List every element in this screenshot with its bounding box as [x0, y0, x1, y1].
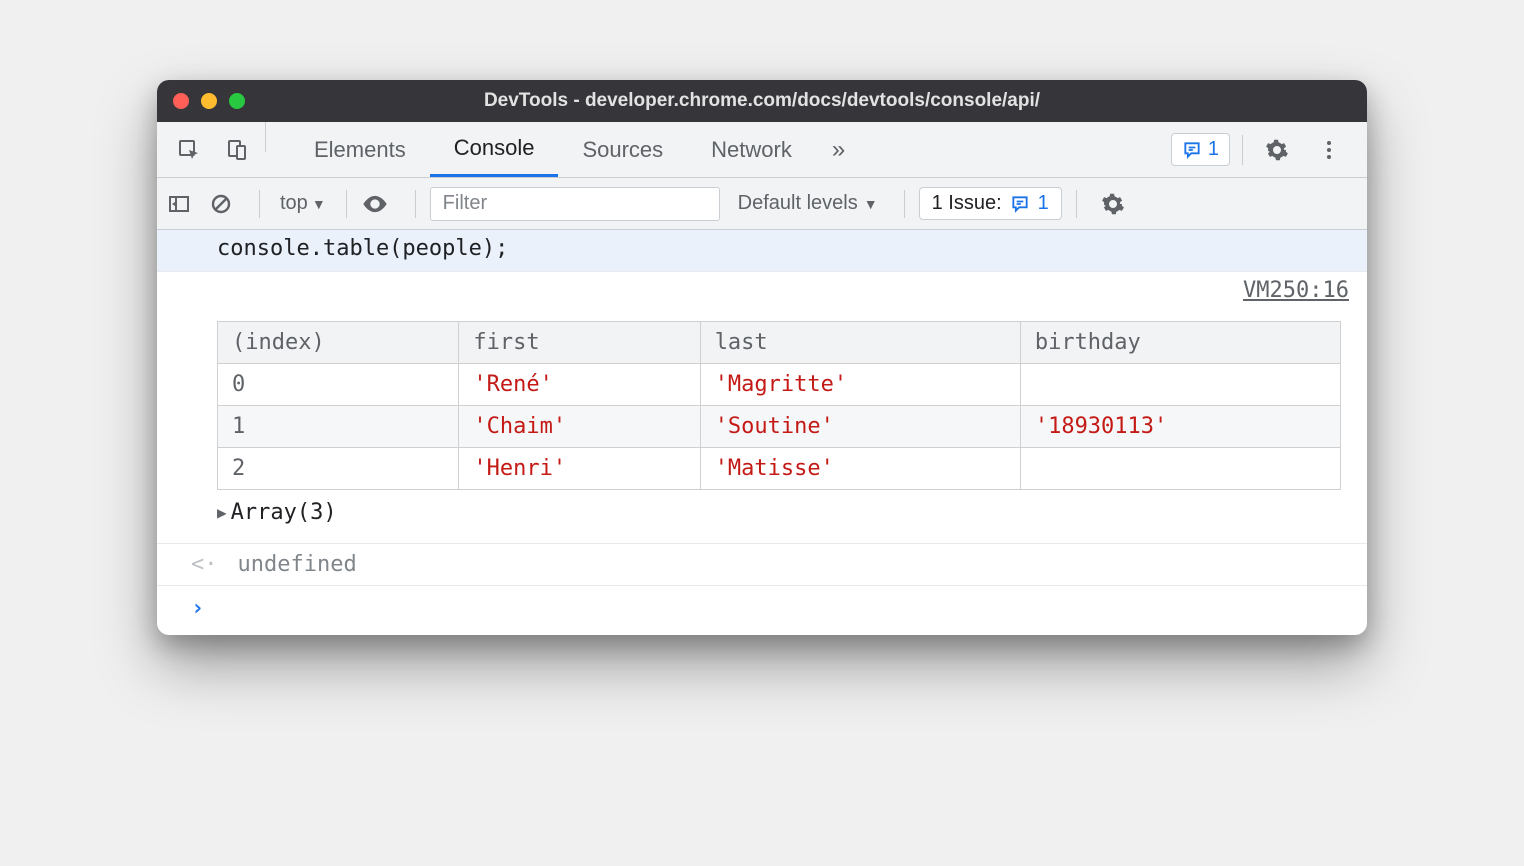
messages-count: 1: [1208, 138, 1219, 161]
inspect-element-icon[interactable]: [165, 122, 213, 177]
panel-tabs: Elements Console Sources Network: [290, 122, 816, 177]
cell-first: 'Chaim': [459, 406, 700, 448]
cell-last: 'Magritte': [700, 364, 1020, 406]
main-toolbar: Elements Console Sources Network » 1: [157, 122, 1367, 178]
console-prompt[interactable]: ›: [157, 586, 1367, 635]
clear-console-button[interactable]: [209, 192, 245, 216]
tab-sources[interactable]: Sources: [558, 122, 687, 177]
window-title: DevTools - developer.chrome.com/docs/dev…: [157, 90, 1367, 112]
separator: [1242, 135, 1243, 165]
message-icon: [1010, 194, 1030, 214]
separator: [259, 190, 260, 218]
execution-context-selector[interactable]: top ▼: [274, 192, 332, 215]
toggle-sidebar-button[interactable]: [167, 192, 203, 216]
console-output: console.table(people); VM250:16 (index) …: [157, 230, 1367, 635]
console-table-output: (index) first last birthday 0 'René' 'Ma…: [157, 309, 1367, 543]
console-filter-bar: top ▼ Filter Default levels ▼ 1 Issue: 1: [157, 178, 1367, 230]
settings-button[interactable]: [1255, 138, 1299, 162]
log-levels-selector[interactable]: Default levels ▼: [726, 192, 890, 215]
cell-last: 'Matisse': [700, 448, 1020, 490]
maximize-window-button[interactable]: [229, 93, 245, 109]
kebab-icon: [1317, 138, 1341, 162]
cell-birthday: [1020, 364, 1340, 406]
cell-birthday: [1020, 448, 1340, 490]
clear-icon: [209, 192, 233, 216]
cell-index: 0: [218, 364, 459, 406]
console-settings-button[interactable]: [1091, 192, 1135, 216]
tab-console[interactable]: Console: [430, 122, 559, 177]
col-birthday[interactable]: birthday: [1020, 322, 1340, 364]
cell-first: 'Henri': [459, 448, 700, 490]
filter-input[interactable]: Filter: [430, 187, 720, 221]
live-expression-button[interactable]: [361, 190, 401, 218]
context-label: top: [280, 192, 308, 215]
expand-triangle-icon: ▶: [217, 503, 227, 522]
more-tabs-button[interactable]: »: [816, 122, 861, 177]
filter-placeholder: Filter: [443, 192, 487, 215]
tab-network[interactable]: Network: [687, 122, 816, 177]
gear-icon: [1265, 138, 1289, 162]
devtools-window: DevTools - developer.chrome.com/docs/dev…: [157, 80, 1367, 635]
data-table: (index) first last birthday 0 'René' 'Ma…: [217, 321, 1341, 490]
toolbar-right: 1: [1171, 122, 1359, 177]
table-row[interactable]: 0 'René' 'Magritte': [218, 364, 1341, 406]
return-arrow-icon: <·: [191, 552, 218, 577]
return-value-row: <· undefined: [157, 543, 1367, 586]
cell-first: 'René': [459, 364, 700, 406]
messages-badge[interactable]: 1: [1171, 133, 1230, 166]
cell-index: 1: [218, 406, 459, 448]
separator: [904, 190, 905, 218]
table-row[interactable]: 2 'Henri' 'Matisse': [218, 448, 1341, 490]
col-index[interactable]: (index): [218, 322, 459, 364]
cell-last: 'Soutine': [700, 406, 1020, 448]
col-first[interactable]: first: [459, 322, 700, 364]
cell-birthday: '18930113': [1020, 406, 1340, 448]
gear-icon: [1101, 192, 1125, 216]
issues-badge[interactable]: 1 Issue: 1: [919, 187, 1062, 220]
levels-label: Default levels: [738, 192, 858, 215]
message-icon: [1182, 140, 1202, 160]
separator: [346, 190, 347, 218]
window-controls: [173, 93, 245, 109]
source-location: VM250:16: [157, 272, 1367, 309]
eye-icon: [361, 190, 389, 218]
chevron-down-icon: ▼: [312, 196, 326, 212]
table-header-row: (index) first last birthday: [218, 322, 1341, 364]
return-value: undefined: [238, 552, 357, 577]
issues-count: 1: [1038, 192, 1049, 215]
separator: [265, 122, 266, 152]
table-row[interactable]: 1 'Chaim' 'Soutine' '18930113': [218, 406, 1341, 448]
col-last[interactable]: last: [700, 322, 1020, 364]
more-options-button[interactable]: [1307, 138, 1351, 162]
issues-label: 1 Issue:: [932, 192, 1002, 215]
tab-elements[interactable]: Elements: [290, 122, 430, 177]
separator: [1076, 190, 1077, 218]
minimize-window-button[interactable]: [201, 93, 217, 109]
chevron-down-icon: ▼: [864, 196, 878, 212]
console-input-echo: console.table(people);: [157, 230, 1367, 272]
source-link[interactable]: VM250:16: [1243, 278, 1349, 303]
separator: [415, 190, 416, 218]
array-summary-text: Array(3): [231, 500, 337, 525]
close-window-button[interactable]: [173, 93, 189, 109]
titlebar: DevTools - developer.chrome.com/docs/dev…: [157, 80, 1367, 122]
cell-index: 2: [218, 448, 459, 490]
device-toolbar-icon[interactable]: [213, 122, 261, 177]
array-summary[interactable]: ▶ Array(3): [217, 496, 1353, 535]
